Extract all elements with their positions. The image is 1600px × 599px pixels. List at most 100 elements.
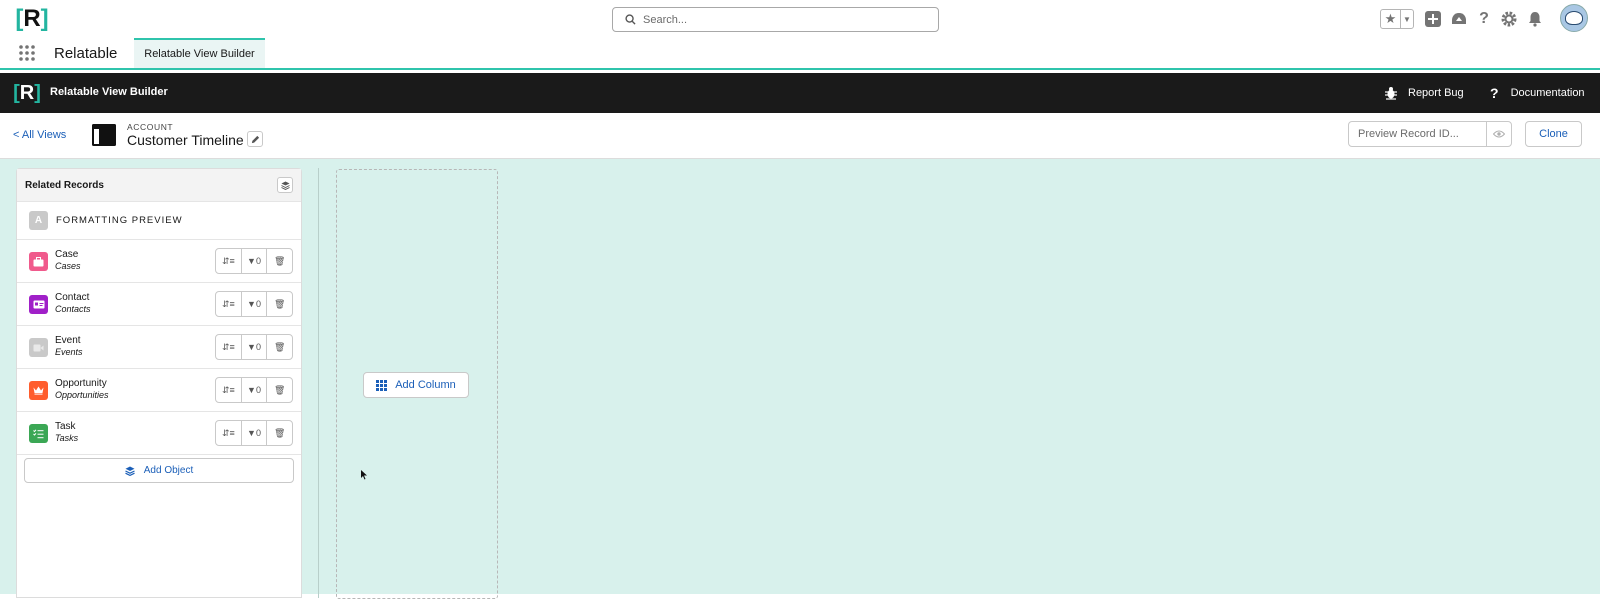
search-icon xyxy=(625,14,636,25)
filter-icon: ▼ xyxy=(247,299,256,309)
layers-icon xyxy=(124,466,135,476)
object-type-label: ACCOUNT xyxy=(127,122,174,132)
contact-card-icon xyxy=(29,295,48,314)
task-checklist-icon xyxy=(29,424,48,443)
filter-button[interactable]: ▼ 0 xyxy=(242,249,268,273)
sort-icon: ⇵≡ xyxy=(221,255,235,266)
app-name: Relatable xyxy=(54,45,118,62)
documentation-button[interactable]: ? Documentation xyxy=(1490,84,1585,102)
object-actions: ⇵≡ ▼ 0 🗑 xyxy=(215,291,293,317)
app-navigation-bar: Relatable Relatable View Builder xyxy=(0,38,1600,70)
related-records-header: Related Records xyxy=(17,169,301,202)
tab-relatable-view-builder[interactable]: Relatable View Builder xyxy=(134,38,265,68)
sort-button[interactable]: ⇵≡ xyxy=(216,292,242,316)
object-plural: Cases xyxy=(55,261,81,271)
view-sub-header: < All Views ACCOUNT Customer Timeline Pr… xyxy=(0,113,1600,159)
event-icon xyxy=(29,338,48,357)
panel-layers-button[interactable] xyxy=(277,177,293,193)
object-plural: Opportunities xyxy=(55,390,109,400)
global-header: [R] Search... ★ ▼ ? xyxy=(0,0,1600,38)
filter-count: 0 xyxy=(255,256,261,266)
object-plural: Tasks xyxy=(55,433,79,443)
object-plural: Events xyxy=(55,347,83,357)
column-divider xyxy=(318,168,319,598)
report-bug-button[interactable]: Report Bug xyxy=(1384,84,1464,102)
object-plural: Contacts xyxy=(55,304,91,314)
sort-button[interactable]: ⇵≡ xyxy=(216,335,242,359)
filter-icon: ▼ xyxy=(247,385,256,395)
trash-icon: 🗑 xyxy=(273,255,286,266)
case-briefcase-icon xyxy=(29,252,48,271)
trash-icon: 🗑 xyxy=(273,384,286,395)
delete-button[interactable]: 🗑 xyxy=(267,378,292,402)
filter-icon: ▼ xyxy=(247,428,256,438)
sort-button[interactable]: ⇵≡ xyxy=(216,378,242,402)
trailhead-icon[interactable] xyxy=(1450,10,1468,28)
clone-button[interactable]: Clone xyxy=(1525,121,1582,147)
mouse-cursor-icon xyxy=(361,470,367,480)
object-actions: ⇵≡ ▼ 0 🗑 xyxy=(215,420,293,446)
related-object-row[interactable]: Task Tasks ⇵≡ ▼ 0 🗑 xyxy=(17,412,301,455)
object-label: Task xyxy=(55,421,76,432)
all-views-link[interactable]: < All Views xyxy=(13,129,66,141)
bug-icon xyxy=(1385,87,1397,100)
formatting-preview-row[interactable]: A FORMATTING PREVIEW xyxy=(17,202,301,240)
layers-icon xyxy=(280,180,290,190)
favorites-button[interactable]: ★ ▼ xyxy=(1380,9,1414,29)
add-column-button[interactable]: Add Column xyxy=(363,372,469,398)
related-records-panel: Related Records A FORMATTING PREVIEW Cas… xyxy=(16,168,302,598)
object-label: Event xyxy=(55,335,81,346)
eye-icon xyxy=(1493,130,1505,138)
related-object-row[interactable]: Case Cases ⇵≡ ▼ 0 🗑 xyxy=(17,240,301,283)
opportunity-crown-icon xyxy=(29,381,48,400)
object-label: Contact xyxy=(55,292,90,303)
global-search-input[interactable]: Search... xyxy=(612,7,939,32)
trash-icon: 🗑 xyxy=(273,341,286,352)
related-object-row[interactable]: Contact Contacts ⇵≡ ▼ 0 🗑 xyxy=(17,283,301,326)
object-label: Opportunity xyxy=(55,378,107,389)
help-icon: ? xyxy=(1490,85,1499,101)
preview-record-input[interactable]: Preview Record ID... xyxy=(1348,121,1487,147)
sort-icon: ⇵≡ xyxy=(221,298,235,309)
delete-button[interactable]: 🗑 xyxy=(267,292,292,316)
filter-button[interactable]: ▼ 0 xyxy=(242,378,268,402)
filter-button[interactable]: ▼ 0 xyxy=(242,292,268,316)
delete-button[interactable]: 🗑 xyxy=(267,421,292,445)
related-records-title: Related Records xyxy=(25,179,104,191)
delete-button[interactable]: 🗑 xyxy=(267,335,292,359)
help-icon[interactable]: ? xyxy=(1475,10,1493,28)
setup-gear-icon[interactable] xyxy=(1500,10,1518,28)
sort-icon: ⇵≡ xyxy=(221,341,235,352)
preview-eye-button[interactable] xyxy=(1486,121,1512,147)
app-launcher-icon[interactable] xyxy=(18,44,36,62)
avatar[interactable] xyxy=(1560,4,1588,32)
filter-count: 0 xyxy=(255,385,261,395)
sort-icon: ⇵≡ xyxy=(221,427,235,438)
global-add-icon[interactable] xyxy=(1424,10,1442,28)
favorites-dropdown-icon[interactable]: ▼ xyxy=(1401,10,1413,28)
sort-button[interactable]: ⇵≡ xyxy=(216,421,242,445)
object-actions: ⇵≡ ▼ 0 🗑 xyxy=(215,248,293,274)
pencil-icon xyxy=(251,135,259,143)
filter-button[interactable]: ▼ 0 xyxy=(242,421,268,445)
filter-count: 0 xyxy=(255,428,261,438)
notifications-bell-icon[interactable] xyxy=(1526,10,1544,28)
trash-icon: 🗑 xyxy=(273,298,286,309)
filter-count: 0 xyxy=(255,299,261,309)
relatable-logo[interactable]: [R] xyxy=(14,5,50,33)
edit-name-button[interactable] xyxy=(247,131,263,147)
filter-count: 0 xyxy=(255,342,261,352)
sort-icon: ⇵≡ xyxy=(221,384,235,395)
delete-button[interactable]: 🗑 xyxy=(267,249,292,273)
object-actions: ⇵≡ ▼ 0 🗑 xyxy=(215,334,293,360)
add-object-button[interactable]: Add Object xyxy=(24,458,294,483)
related-object-row[interactable]: Event Events ⇵≡ ▼ 0 🗑 xyxy=(17,326,301,369)
object-label: Case xyxy=(55,249,79,260)
favorites-star-icon: ★ xyxy=(1381,10,1401,28)
filter-button[interactable]: ▼ 0 xyxy=(242,335,268,359)
search-placeholder: Search... xyxy=(643,13,688,26)
related-object-row[interactable]: Opportunity Opportunities ⇵≡ ▼ 0 🗑 xyxy=(17,369,301,412)
sort-button[interactable]: ⇵≡ xyxy=(216,249,242,273)
formatting-preview-label: FORMATTING PREVIEW xyxy=(56,215,183,226)
object-actions: ⇵≡ ▼ 0 🗑 xyxy=(215,377,293,403)
